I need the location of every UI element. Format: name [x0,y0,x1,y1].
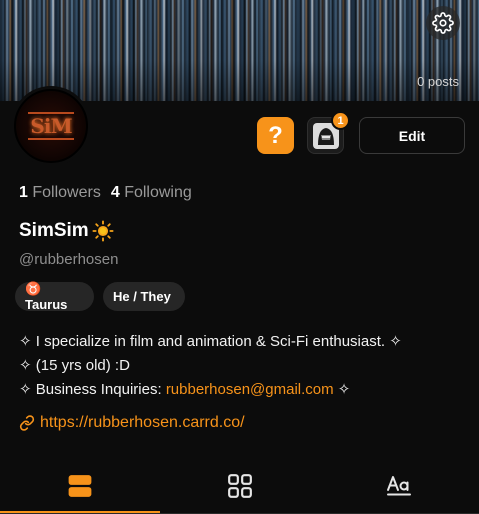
profile-tabs [0,458,479,514]
tag-pronouns[interactable]: He / They [103,282,185,311]
website-url: https://rubberhosen.carrd.co/ [40,414,245,431]
follow-stats: 1 Followers 4 Following [19,184,192,202]
link-icon [19,415,35,431]
display-name: SimSim [19,220,89,241]
bio-line: ✧ Business Inquiries: rubberhosen@gmail.… [19,378,402,402]
tab-grid[interactable] [160,458,320,513]
bio: ✧ I specialize in film and animation & S… [19,330,402,402]
avatar-logo-text: SiM [28,112,74,140]
email-link[interactable]: rubberhosen@gmail.com [166,381,334,398]
settings-button[interactable] [426,6,460,40]
bio-line: ✧ (15 yrs old) :D [19,357,130,374]
profile-banner [0,0,479,101]
bio-text: ✧ Business Inquiries: [19,381,166,398]
avatar[interactable]: SiM [11,86,91,166]
help-button[interactable]: ? [257,117,294,154]
followers-count: 1 [19,184,28,201]
followers-label: Followers [32,184,101,201]
posts-count: 0 posts [417,74,459,89]
following-label: Following [124,184,192,201]
bio-line: ✧ I specialize in film and animation & S… [19,333,402,350]
website-link[interactable]: https://rubberhosen.carrd.co/ [19,414,245,432]
tag-zodiac[interactable]: ♉ Taurus [15,281,94,312]
display-name-row: SimSim [19,220,114,242]
avatar-image: SiM [16,91,86,161]
following-link[interactable]: 4 Following [111,184,192,202]
notification-badge: 1 [331,111,350,130]
followers-link[interactable]: 1 Followers [19,184,101,202]
sun-icon [92,220,114,242]
text-aa-icon [387,475,412,495]
bio-text: ✧ [333,381,351,398]
username-handle: @rubberhosen [19,251,119,268]
stacked-posts-icon [68,474,92,497]
tab-text[interactable] [319,458,479,513]
tab-posts[interactable] [0,458,160,513]
grid-icon [227,473,252,498]
gear-icon [432,12,454,34]
following-count: 4 [110,184,120,201]
edit-profile-button[interactable]: Edit [359,117,465,154]
